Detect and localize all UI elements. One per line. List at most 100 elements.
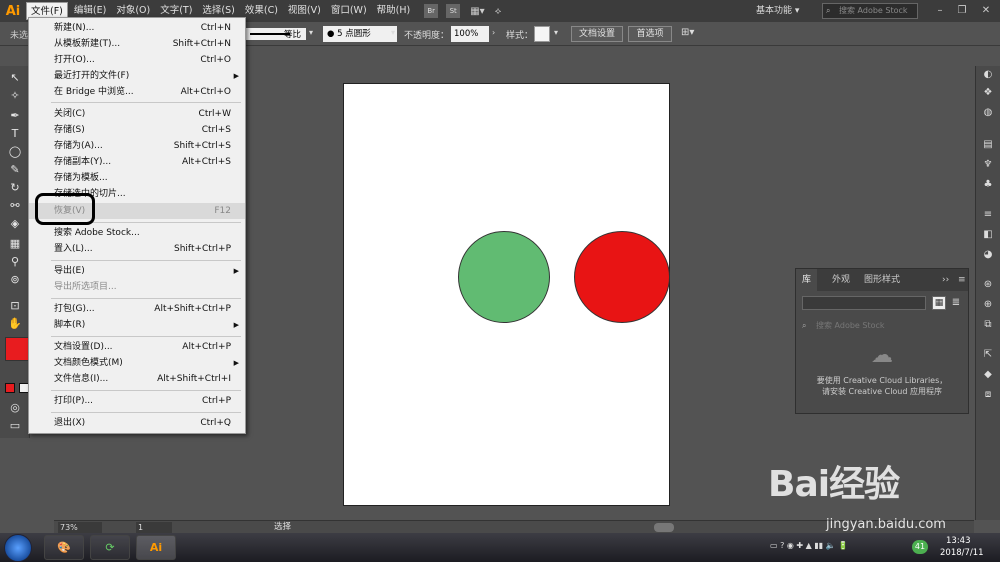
menu-item-recent-files[interactable]: 最近打开的文件(F) ▶	[29, 68, 245, 84]
list-view-icon[interactable]: ≣	[949, 296, 963, 310]
menu-item-package[interactable]: 打包(G)... Alt+Shift+Ctrl+P	[29, 301, 245, 317]
swatches-icon[interactable]: ▤	[981, 138, 995, 152]
app-logo: Ai	[5, 3, 21, 19]
asset-export-icon[interactable]: ⧉	[981, 318, 995, 332]
magic-wand-icon[interactable]: ✧	[7, 88, 23, 104]
menu-effect[interactable]: 效果(C)	[241, 2, 282, 20]
ellipse-tool-icon[interactable]: ◯	[7, 144, 23, 160]
draw-mode-icon[interactable]: ◎	[7, 400, 23, 416]
menu-help[interactable]: 帮助(H)	[373, 2, 415, 20]
horizontal-scrollbar[interactable]	[654, 523, 674, 532]
close-icon[interactable]: ✕	[978, 3, 994, 19]
type-tool-icon[interactable]: T	[7, 126, 23, 142]
menu-item-file-info[interactable]: 文件信息(I)... Alt+Shift+Ctrl+I	[29, 371, 245, 387]
refresh-app-icon[interactable]: ⟳	[90, 535, 130, 560]
selection-tool-icon[interactable]: ↖	[7, 70, 23, 86]
minimize-icon[interactable]: –	[932, 3, 948, 19]
libraries-icon[interactable]: ⊛	[981, 278, 995, 292]
layers-icon[interactable]: ◆	[981, 368, 995, 382]
menu-item-save-copy[interactable]: 存储副本(Y)... Alt+Ctrl+S	[29, 154, 245, 170]
stock-search-input[interactable]: ⌕ 搜索 Adobe Stock	[822, 3, 918, 19]
watermark-url: jingyan.baidu.com	[826, 517, 946, 532]
stock-button[interactable]: St	[446, 4, 461, 18]
library-search-input[interactable]: ⌕ 搜索 Adobe Stock	[802, 319, 962, 333]
tab-graphic-styles[interactable]: 图形样式	[858, 269, 906, 291]
width-tool-icon[interactable]: ⚯	[7, 198, 23, 214]
menu-item-export[interactable]: 导出(E) ▶	[29, 263, 245, 279]
menu-item-document-setup[interactable]: 文档设置(D)... Alt+Ctrl+P	[29, 339, 245, 355]
artboard-tool-icon[interactable]: ⊡	[7, 298, 23, 314]
color-guide-icon[interactable]: ❖	[981, 86, 995, 100]
chevron-down-icon[interactable]: ▾	[391, 28, 395, 37]
appearance-icon[interactable]: ◕	[981, 248, 995, 262]
red-circle[interactable]	[574, 231, 670, 323]
align-icon[interactable]: ⊞▾	[681, 27, 694, 38]
menu-item-close[interactable]: 关闭(C) Ctrl+W	[29, 106, 245, 122]
mesh-tool-icon[interactable]: ▦	[7, 236, 23, 252]
grid-view-icon[interactable]: ▦	[932, 296, 946, 310]
menu-item-new-from-template[interactable]: 从模板新建(T)... Shift+Ctrl+N	[29, 36, 245, 52]
menu-item-color-mode[interactable]: 文档颜色模式(M) ▶	[29, 355, 245, 371]
start-button[interactable]	[4, 534, 32, 562]
hand-tool-icon[interactable]: ✋	[7, 316, 23, 332]
gradient-panel-icon[interactable]: ◧	[981, 228, 995, 242]
menu-view[interactable]: 视图(V)	[284, 2, 325, 20]
chevron-right-icon[interactable]: ›	[492, 28, 495, 37]
opacity-input[interactable]: 100%	[451, 26, 489, 42]
rotate-tool-icon[interactable]: ↻	[7, 180, 23, 196]
library-dropdown[interactable]	[802, 296, 926, 310]
menu-item-print[interactable]: 打印(P)... Ctrl+P	[29, 393, 245, 409]
menu-item-browse-bridge[interactable]: 在 Bridge 中浏览... Alt+Ctrl+O	[29, 84, 245, 100]
menu-item-scripts[interactable]: 脚本(R) ▶	[29, 317, 245, 333]
menu-item-save-template[interactable]: 存储为模板...	[29, 170, 245, 186]
eyedropper-icon[interactable]: ⚲	[7, 254, 23, 270]
workspace-switcher[interactable]: 基本功能 ▾	[756, 3, 814, 19]
screen-mode-icon[interactable]: ▭	[7, 418, 23, 434]
paint-app-icon[interactable]: 🎨	[44, 535, 84, 560]
right-dock: ◐ ❖ ◍ ▤ ♆ ♣ ≡ ◧ ◕ ⊛ ⊕ ⧉ ⇱ ◆ ⧈	[975, 66, 1000, 520]
libraries-message-line1: 要使用 Creative Cloud Libraries，	[816, 376, 948, 385]
menu-item-exit[interactable]: 退出(X) Ctrl+Q	[29, 415, 245, 431]
blend-tool-icon[interactable]: ⊚	[7, 272, 23, 288]
tab-libraries[interactable]: 库	[796, 269, 818, 291]
graphic-style-swatch[interactable]	[534, 26, 550, 42]
brushes-icon[interactable]: ♆	[981, 158, 995, 172]
transparency-icon[interactable]: ◍	[981, 106, 995, 120]
restore-icon[interactable]: ❐	[954, 3, 970, 19]
panel-menu-icon[interactable]: ≡	[952, 269, 972, 291]
menu-item-save[interactable]: 存储(S) Ctrl+S	[29, 122, 245, 138]
artboard-number-field[interactable]: 1	[136, 522, 172, 533]
green-circle[interactable]	[458, 231, 550, 323]
gpu-performance-icon[interactable]: ⟡	[495, 6, 502, 17]
zoom-level-field[interactable]: 73%	[58, 522, 102, 533]
menu-separator	[51, 260, 241, 261]
chevron-down-icon[interactable]: ▾	[309, 28, 313, 37]
fill-color-swatch[interactable]	[5, 337, 29, 361]
color-mode-swatch[interactable]	[5, 383, 15, 393]
illustrator-taskbar-button[interactable]: Ai	[136, 535, 176, 560]
brush-definition-dropdown[interactable]: ● 5 点圆形	[323, 26, 397, 42]
menu-item-export-selection[interactable]: 导出所选项目...	[29, 279, 245, 295]
menu-item-new[interactable]: 新建(N)... Ctrl+N	[29, 20, 245, 36]
symbols-icon[interactable]: ♣	[981, 178, 995, 192]
menu-item-open[interactable]: 打开(O)... Ctrl+O	[29, 52, 245, 68]
document-setup-button[interactable]: 文档设置	[571, 26, 623, 42]
color-panel-icon[interactable]: ◐	[981, 68, 995, 82]
artboards-icon[interactable]: ⧈	[981, 388, 995, 402]
pen-tool-icon[interactable]: ✒	[7, 108, 23, 124]
menu-item-save-as[interactable]: 存储为(A)... Shift+Ctrl+S	[29, 138, 245, 154]
preferences-button[interactable]: 首选项	[628, 26, 672, 42]
shape-builder-icon[interactable]: ◈	[7, 216, 23, 232]
menu-window[interactable]: 窗口(W)	[327, 2, 371, 20]
export-icon[interactable]: ⇱	[981, 348, 995, 362]
menu-item-place[interactable]: 置入(L)... Shift+Ctrl+P	[29, 241, 245, 257]
workspace-label: 基本功能	[756, 6, 793, 16]
tab-appearance[interactable]: 外观	[826, 269, 856, 291]
arrange-documents-icon[interactable]: ▦▾	[470, 6, 484, 17]
chevron-down-icon[interactable]: ▾	[554, 28, 558, 37]
stroke-panel-icon[interactable]: ≡	[981, 208, 995, 222]
menu-item-search-stock[interactable]: 搜索 Adobe Stock...	[29, 225, 245, 241]
bridge-button[interactable]: Br	[424, 4, 439, 18]
links-icon[interactable]: ⊕	[981, 298, 995, 312]
paintbrush-icon[interactable]: ✎	[7, 162, 23, 178]
